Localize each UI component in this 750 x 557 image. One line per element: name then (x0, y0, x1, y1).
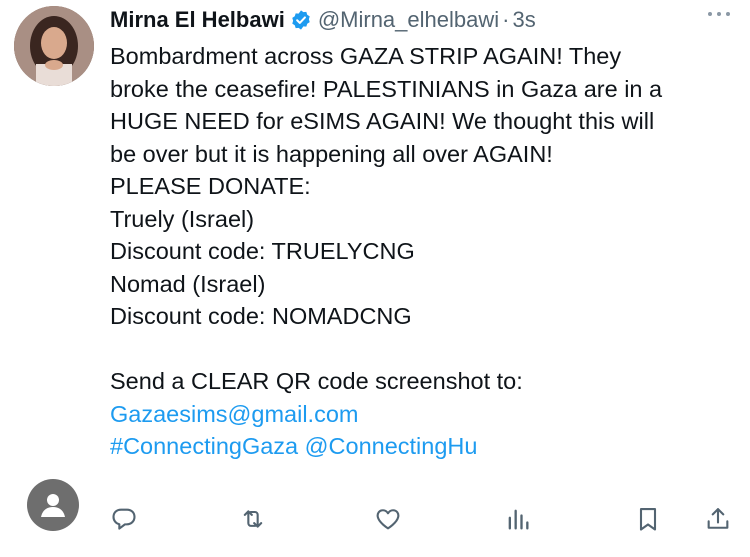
reply-icon[interactable] (110, 505, 138, 533)
tweet-header: Mirna El Helbawi @Mirna_elhelbawi · 3s (110, 5, 732, 35)
tweet-line: Nomad (Israel) (110, 270, 266, 297)
tweet-timestamp[interactable]: 3s (512, 7, 535, 33)
tweet-line: Discount code: NOMADCNG (110, 303, 412, 329)
more-icon[interactable] (706, 0, 732, 25)
tweet-line: HUGE NEED for eSIMS AGAIN! We thought th… (110, 108, 655, 134)
mention-link[interactable]: @ConnectingHu (305, 433, 478, 459)
email-link[interactable]: Gazaesims@gmail.com (110, 398, 742, 431)
separator-dot: · (502, 7, 510, 32)
tweet-line: Discount code: TRUELYCNG (110, 238, 415, 264)
tweet-line: Send a CLEAR QR code screenshot to: (110, 368, 523, 394)
bookmark-icon[interactable] (634, 505, 662, 533)
verified-badge-icon (290, 9, 312, 31)
hashtag-link[interactable]: #ConnectingGaza (110, 433, 298, 459)
views-icon[interactable] (504, 505, 532, 533)
retweet-icon[interactable] (238, 505, 268, 533)
tweet-actions (108, 505, 736, 541)
like-icon[interactable] (374, 505, 402, 533)
tweet-text: Bombardment across GAZA STRIP AGAIN! The… (110, 40, 742, 463)
author-avatar[interactable] (14, 6, 94, 86)
user-avatar[interactable] (27, 479, 79, 531)
tweet-line: Truely (Israel) (110, 205, 255, 232)
tweet-line: be over but it is happening all over AGA… (110, 140, 553, 167)
share-icon[interactable] (704, 505, 732, 533)
tweet-line: Bombardment across GAZA STRIP AGAIN! The… (110, 43, 622, 69)
person-icon (41, 494, 65, 517)
tweet-line: broke the ceasefire! PALESTINIANS in Gaz… (110, 75, 663, 102)
tweet-line: PLEASE DONATE: (110, 173, 311, 199)
author-name[interactable]: Mirna El Helbawi (110, 7, 285, 33)
author-handle[interactable]: @Mirna_elhelbawi (318, 7, 499, 33)
